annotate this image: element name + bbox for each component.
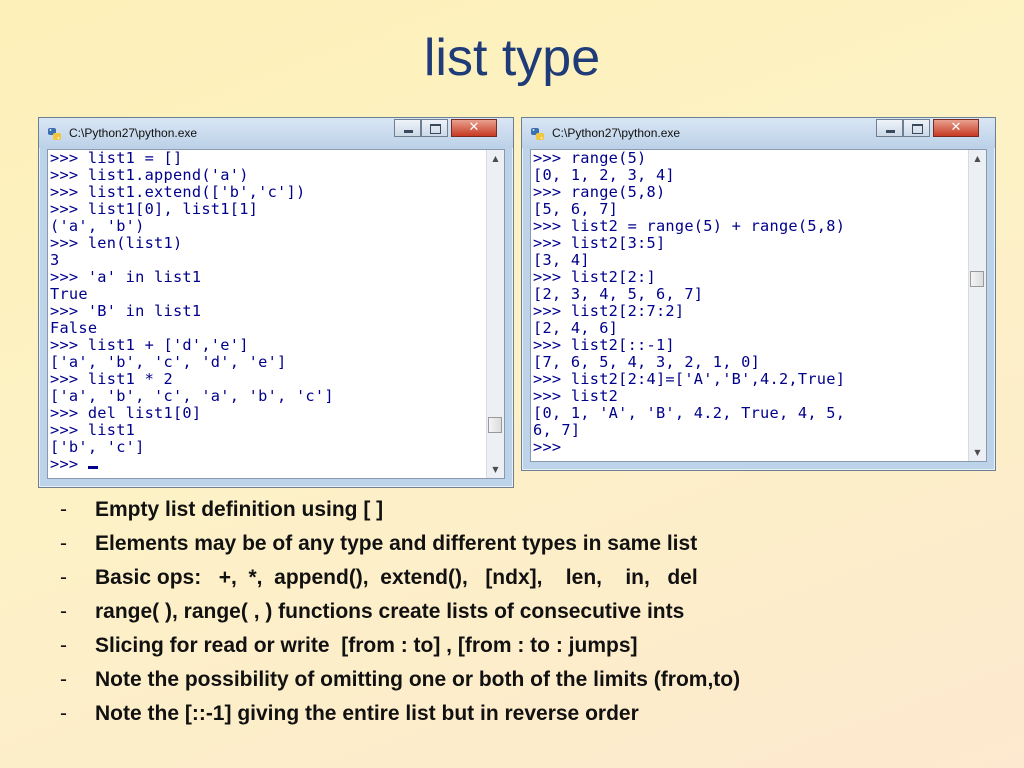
console-output[interactable]: >>> list1 = [] >>> list1.append('a') >>>… [47, 149, 505, 479]
bullet-text: Elements may be of any type and differen… [95, 532, 698, 555]
python-icon [48, 128, 61, 140]
window-title: C:\Python27\python.exe [69, 126, 198, 140]
console-line: >>> list1[0], list1[1] [50, 200, 259, 218]
minimize-icon [395, 120, 420, 136]
bullet-item: - Basic ops: +, *, append(), extend(), [n… [60, 566, 740, 600]
console-line: 3 [50, 251, 60, 269]
minimize-icon [877, 120, 902, 136]
console-line: >>> [533, 438, 562, 456]
scroll-up-icon[interactable]: ▲ [969, 150, 986, 167]
console-line: >>> 'a' in list1 [50, 268, 202, 286]
console-line: [3, 4] [533, 251, 590, 269]
console-line: ('a', 'b') [50, 217, 145, 235]
bullet-item: - Elements may be of any type and differe… [60, 532, 740, 566]
console-line: [0, 1, 'A', 'B', 4.2, True, 4, 5, [533, 404, 846, 422]
bullet-list: - Empty list definition using [ ] - Elemen… [60, 498, 740, 736]
scroll-down-icon[interactable]: ▼ [969, 444, 986, 461]
console-line: ['a', 'b', 'c', 'a', 'b', 'c'] [50, 387, 334, 405]
console-line: >>> list2[::-1] [533, 336, 675, 354]
console-line: False [50, 319, 98, 337]
console-line: >>> list1.extend(['b','c']) [50, 183, 306, 201]
console-line: True [50, 285, 88, 303]
bullet-item: - Empty list definition using [ ] [60, 498, 740, 532]
window-titlebar[interactable]: C:\Python27\python.exe ✕ [39, 118, 513, 148]
console-line: >>> list2 = range(5) + range(5,8) [533, 217, 846, 235]
bullet-text: Note the possibility of omitting one or … [95, 668, 741, 691]
scrollbar-thumb[interactable] [970, 271, 984, 287]
console-line: >>> 'B' in list1 [50, 302, 202, 320]
bullet-dash: - [60, 600, 67, 623]
close-icon: ✕ [468, 120, 480, 135]
console-line: >>> list1 * 2 [50, 370, 173, 388]
bullet-dash: - [60, 532, 67, 555]
python-console-window-1[interactable]: C:\Python27\python.exe ✕ >>> list1 = [] … [38, 117, 514, 488]
console-line: >>> range(5,8) [533, 183, 666, 201]
console-line: ['b', 'c'] [50, 438, 145, 456]
console-line: >>> list1 = [] [50, 149, 183, 167]
bullet-text: range( ), range( , ) functions create li… [95, 600, 685, 623]
bullet-item: - range( ), range( , ) functions create l… [60, 600, 740, 634]
console-line: >>> list2[3:5] [533, 234, 666, 252]
console-line: >>> list1 + ['d','e'] [50, 336, 249, 354]
bullet-text: Note the [::-1] giving the entire list b… [95, 702, 639, 725]
console-line: >>> list1.append('a') [50, 166, 249, 184]
console-line: [5, 6, 7] [533, 200, 619, 218]
bullet-dash: - [60, 566, 67, 589]
console-line: >>> list2 [533, 387, 619, 405]
console-line: [2, 4, 6] [533, 319, 619, 337]
console-line: >>> len(list1) [50, 234, 183, 252]
scroll-down-icon[interactable]: ▼ [487, 461, 504, 478]
bullet-dash: - [60, 702, 67, 725]
console-line: >>> range(5) [533, 149, 647, 167]
console-line: ['a', 'b', 'c', 'd', 'e'] [50, 353, 287, 371]
bullet-item: - Note the possibility of omitting one or… [60, 668, 740, 702]
scrollbar-thumb[interactable] [488, 417, 502, 433]
python-console-window-2[interactable]: C:\Python27\python.exe ✕ >>> range(5) [0… [521, 117, 996, 471]
console-line: [2, 3, 4, 5, 6, 7] [533, 285, 704, 303]
vertical-scrollbar[interactable]: ▲ ▼ [968, 150, 986, 461]
console-line: >>> list2[2:] [533, 268, 656, 286]
bullet-dash: - [60, 668, 67, 691]
console-line: >>> list1 [50, 421, 136, 439]
console-line: 6, 7] [533, 421, 581, 439]
maximize-button[interactable] [421, 119, 448, 137]
scroll-up-icon[interactable]: ▲ [487, 150, 504, 167]
bullet-text: Basic ops: +, *, append(), extend(), [nd… [95, 566, 698, 589]
minimize-button[interactable] [876, 119, 903, 137]
console-line: [7, 6, 5, 4, 3, 2, 1, 0] [533, 353, 761, 371]
console-text: >>> list1 = [] >>> list1.append('a') >>>… [50, 150, 334, 473]
bullet-text: Slicing for read or write [from : to] , … [95, 634, 638, 657]
close-icon: ✕ [950, 120, 962, 135]
minimize-button[interactable] [394, 119, 421, 137]
bullet-dash: - [60, 634, 67, 657]
python-icon [531, 128, 544, 140]
console-line: >>> list2[2:4]=['A','B',4.2,True] [533, 370, 846, 388]
bullet-dash: - [60, 498, 67, 521]
window-titlebar[interactable]: C:\Python27\python.exe ✕ [522, 118, 995, 148]
console-output[interactable]: >>> range(5) [0, 1, 2, 3, 4] >>> range(5… [530, 149, 987, 462]
maximize-icon [904, 120, 929, 136]
bullet-text: Empty list definition using [ ] [95, 498, 384, 521]
console-line: >>> del list1[0] [50, 404, 202, 422]
bullet-item: - Slicing for read or write [from : to] ,… [60, 634, 740, 668]
window-title: C:\Python27\python.exe [552, 126, 681, 140]
maximize-icon [422, 120, 447, 136]
close-button[interactable]: ✕ [451, 119, 497, 137]
vertical-scrollbar[interactable]: ▲ ▼ [486, 150, 504, 478]
close-button[interactable]: ✕ [933, 119, 979, 137]
maximize-button[interactable] [903, 119, 930, 137]
console-line: >>> [50, 455, 88, 473]
console-line: [0, 1, 2, 3, 4] [533, 166, 675, 184]
console-line: >>> list2[2:7:2] [533, 302, 685, 320]
bullet-item: - Note the [::-1] giving the entire list … [60, 702, 740, 736]
slide-title: list type [423, 29, 601, 87]
console-text: >>> range(5) [0, 1, 2, 3, 4] >>> range(5… [533, 150, 845, 456]
text-cursor [87, 466, 98, 469]
